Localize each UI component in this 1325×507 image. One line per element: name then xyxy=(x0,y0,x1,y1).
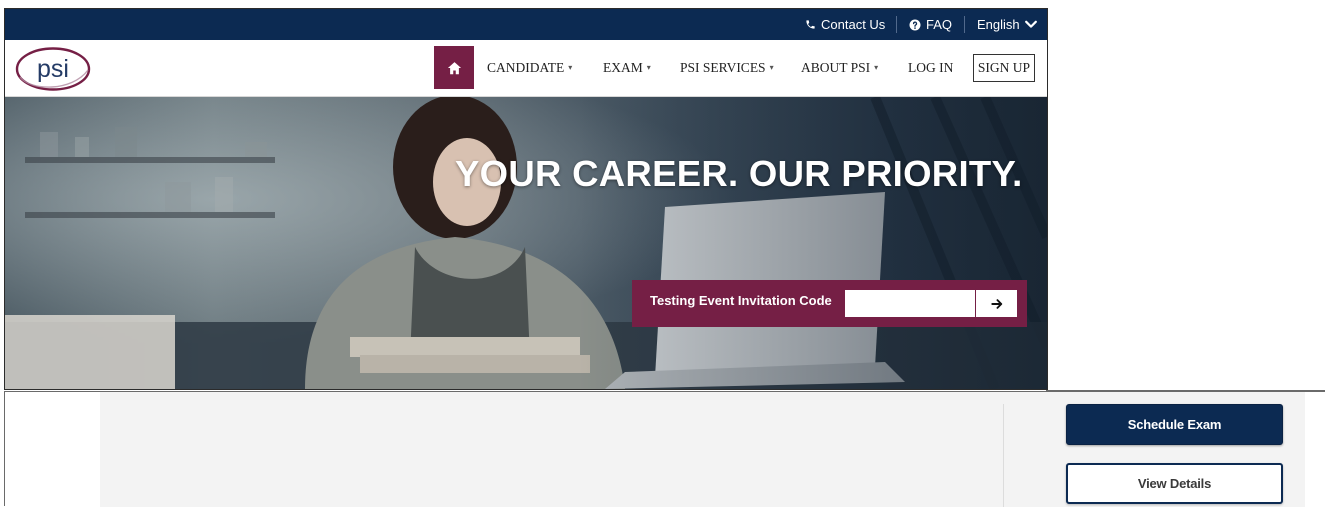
nav-candidate-label: CANDIDATE xyxy=(487,60,565,75)
faq-link[interactable]: FAQ xyxy=(909,9,952,40)
hero-banner: YOUR CAREER. OUR PRIORITY. Testing Event… xyxy=(5,97,1047,389)
nav-exam[interactable]: EXAM ▾ xyxy=(603,40,651,96)
psi-website-frame: Contact Us FAQ English psi CANDIDATE ▾ E… xyxy=(4,8,1048,390)
arrow-right-icon xyxy=(990,298,1002,309)
language-selector[interactable]: English xyxy=(977,9,1037,40)
utility-divider xyxy=(964,16,965,33)
nav-psi-services[interactable]: PSI SERVICES ▾ xyxy=(680,40,774,96)
nav-psi-services-label: PSI SERVICES xyxy=(680,60,766,75)
nav-log-in-label: LOG IN xyxy=(908,60,954,75)
phone-icon xyxy=(806,20,815,29)
logo-text: psi xyxy=(37,55,69,83)
main-navbar: psi CANDIDATE ▾ EXAM ▾ PSI SERVICES ▾ AB… xyxy=(5,40,1047,97)
nav-exam-label: EXAM xyxy=(603,60,643,75)
contact-us-label: Contact Us xyxy=(821,17,886,32)
invitation-code-submit-button[interactable] xyxy=(976,290,1017,317)
invitation-code-form: Testing Event Invitation Code xyxy=(632,280,1027,327)
nav-about-psi-label: ABOUT PSI xyxy=(801,60,871,75)
exam-detail-section: Schedule Exam View Details xyxy=(4,391,1325,507)
invitation-code-input[interactable] xyxy=(845,290,975,317)
view-details-button[interactable]: View Details xyxy=(1066,463,1283,504)
language-label: English xyxy=(977,17,1020,32)
faq-label: FAQ xyxy=(926,17,953,32)
utility-divider xyxy=(896,16,897,33)
invitation-code-label: Testing Event Invitation Code xyxy=(650,293,832,308)
utility-bar: Contact Us FAQ English xyxy=(5,9,1047,40)
chevron-down-icon: ▾ xyxy=(769,63,774,72)
contact-us-link[interactable]: Contact Us xyxy=(805,9,885,40)
chevron-down-icon: ▾ xyxy=(646,63,651,72)
nav-log-in[interactable]: LOG IN xyxy=(908,40,953,96)
chevron-down-icon: ▾ xyxy=(568,63,573,72)
chevron-down-icon: ▾ xyxy=(874,63,879,72)
chevron-down-icon xyxy=(1024,20,1037,28)
psi-logo[interactable]: psi xyxy=(14,46,92,92)
nav-candidate[interactable]: CANDIDATE ▾ xyxy=(487,40,572,96)
hero-headline: YOUR CAREER. OUR PRIORITY. xyxy=(455,153,1023,194)
nav-about-psi[interactable]: ABOUT PSI ▾ xyxy=(801,40,878,96)
home-button[interactable] xyxy=(434,46,474,89)
hero-photo xyxy=(5,97,1047,389)
schedule-exam-button[interactable]: Schedule Exam xyxy=(1066,404,1283,445)
sign-up-button[interactable]: SIGN UP xyxy=(973,54,1035,82)
psi-logo-mark: psi xyxy=(15,47,91,91)
panel-divider xyxy=(1003,404,1004,507)
question-circle-icon xyxy=(909,19,921,30)
home-icon xyxy=(447,61,461,74)
